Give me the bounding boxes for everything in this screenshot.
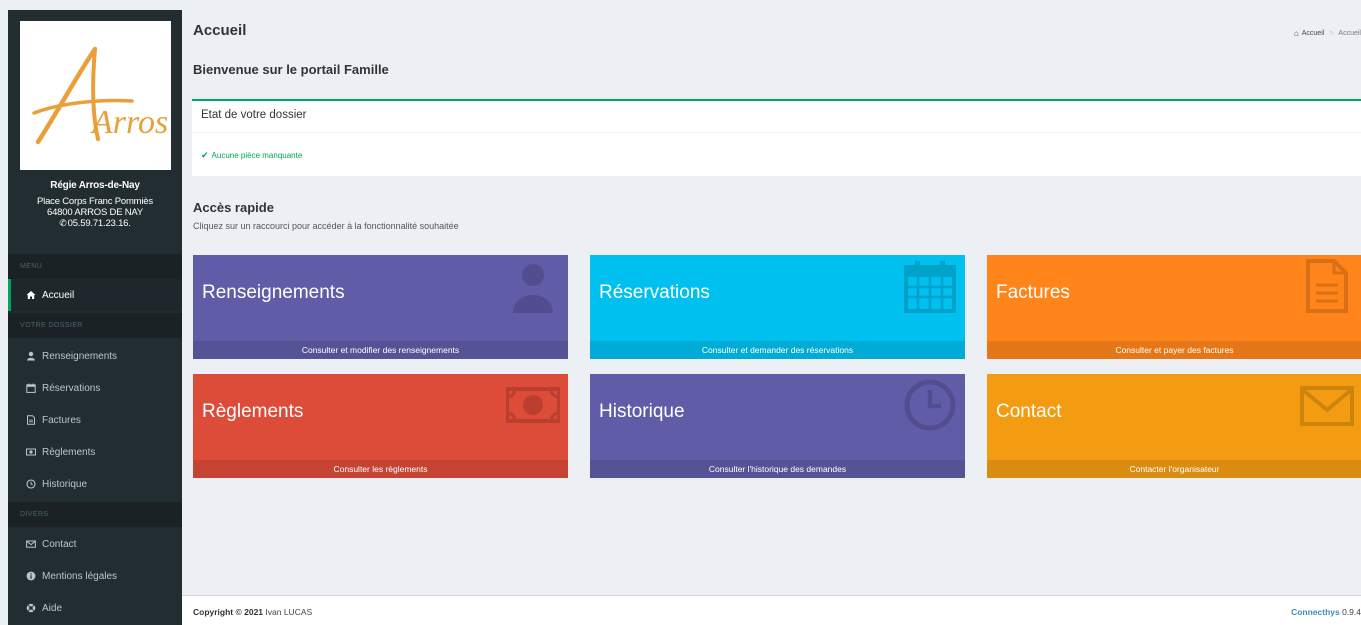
sidebar-item-aide[interactable]: Aide bbox=[8, 592, 182, 624]
tile-label: Factures bbox=[996, 282, 1070, 303]
tile-reservations[interactable]: Réservations Consulter et demander des r… bbox=[590, 255, 965, 359]
sidebar-item-contact[interactable]: Contact bbox=[8, 528, 182, 560]
tile-label: Règlements bbox=[202, 401, 304, 422]
sidebar-item-label: Aide bbox=[42, 602, 63, 614]
app-version: Connecthys 0.9.4 bbox=[1291, 607, 1361, 617]
info-circle-icon bbox=[25, 571, 36, 582]
sidebar-item-mentions-legales[interactable]: Mentions légales bbox=[8, 560, 182, 592]
page-footer: Copyright © 2021 Ivan LUCAS Connecthys 0… bbox=[182, 595, 1361, 625]
sidebar-item-label: Réservations bbox=[42, 382, 101, 394]
sidebar-item-accueil[interactable]: Accueil bbox=[8, 279, 182, 311]
arros-logo-image: Arros bbox=[20, 21, 171, 170]
file-icon bbox=[1300, 259, 1354, 313]
tile-footer: Consulter l'historique des demandes bbox=[590, 460, 965, 478]
version-number: 0.9.4 bbox=[1342, 607, 1361, 617]
brand-link[interactable]: Connecthys bbox=[1291, 607, 1340, 617]
breadcrumb-current: Accueil bbox=[1338, 30, 1361, 37]
sidebar-item-label: Mentions légales bbox=[42, 570, 118, 582]
quick-access-subtitle: Cliquez sur un raccourci pour accéder à … bbox=[193, 221, 459, 231]
phone-number: 05.59.71.23.16. bbox=[67, 218, 131, 229]
dossier-section-header: VOTRE DOSSIER bbox=[8, 313, 182, 338]
tile-footer: Consulter les règlements bbox=[193, 460, 568, 478]
copyright-author: Ivan LUCAS bbox=[265, 607, 313, 617]
organization-name: Régie Arros-de-Nay bbox=[50, 180, 140, 191]
sidebar-item-historique[interactable]: Historique bbox=[8, 468, 182, 500]
divers-section-header: DIVERS bbox=[8, 502, 182, 527]
sidebar-item-label: Factures bbox=[42, 414, 81, 426]
sidebar-item-label: Renseignements bbox=[42, 350, 118, 362]
calendar-icon bbox=[25, 383, 36, 394]
tile-renseignements[interactable]: Renseignements Consulter et modifier des… bbox=[193, 255, 568, 359]
dossier-status-text: Aucune pièce manquante bbox=[211, 151, 303, 160]
breadcrumb: ⌂ Accueil > Accueil bbox=[1294, 29, 1361, 38]
envelope-icon bbox=[1300, 378, 1354, 432]
sidebar-item-renseignements[interactable]: Renseignements bbox=[8, 340, 182, 372]
sidebar-item-factures[interactable]: Factures bbox=[8, 404, 182, 436]
address-line-1: Place Corps Franc Pommiès bbox=[37, 196, 153, 207]
tile-label: Renseignements bbox=[202, 282, 345, 303]
logo-text: Arros bbox=[90, 104, 168, 141]
box-divider bbox=[192, 132, 1361, 133]
organization-info: Régie Arros-de-Nay Place Corps Franc Pom… bbox=[8, 180, 182, 229]
copyright: Copyright © 2021 Ivan LUCAS bbox=[193, 607, 312, 617]
money-icon bbox=[506, 378, 560, 432]
money-icon bbox=[25, 447, 36, 458]
dossier-box-title: Etat de votre dossier bbox=[201, 109, 307, 121]
phone-line: ✆05.59.71.23.16. bbox=[8, 218, 182, 229]
lifebuoy-icon bbox=[25, 603, 36, 614]
home-icon bbox=[25, 290, 36, 301]
home-icon: ⌂ bbox=[1293, 29, 1299, 38]
breadcrumb-separator: > bbox=[1329, 30, 1334, 37]
organization-logo: Arros bbox=[20, 21, 171, 170]
breadcrumb-link-accueil[interactable]: Accueil bbox=[1302, 30, 1325, 37]
main-content: Accueil ⌂ Accueil > Accueil Bienvenue su… bbox=[182, 10, 1361, 625]
tile-contact[interactable]: Contact Contacter l'organisateur bbox=[987, 374, 1361, 478]
calendar-icon bbox=[903, 259, 957, 313]
envelope-icon bbox=[25, 539, 36, 550]
clock-icon bbox=[25, 479, 36, 490]
sidebar-item-label: Historique bbox=[42, 478, 88, 490]
check-icon: ✔ bbox=[201, 150, 209, 160]
sidebar-item-reglements[interactable]: Règlements bbox=[8, 436, 182, 468]
sidebar-item-label: Contact bbox=[42, 538, 77, 550]
page-title: Accueil bbox=[193, 22, 247, 39]
copyright-prefix: Copyright © 2021 bbox=[193, 607, 264, 617]
clock-icon bbox=[903, 378, 957, 432]
tile-footer: Consulter et modifier des renseignements bbox=[193, 341, 568, 359]
user-icon bbox=[25, 351, 36, 362]
user-icon bbox=[506, 259, 560, 313]
dossier-status: ✔ Aucune pièce manquante bbox=[201, 150, 302, 161]
menu-section-header: MENU bbox=[8, 254, 182, 279]
tile-label: Contact bbox=[996, 401, 1062, 422]
sidebar-item-reservations[interactable]: Réservations bbox=[8, 372, 182, 404]
tile-factures[interactable]: Factures Consulter et payer des factures bbox=[987, 255, 1361, 359]
file-icon bbox=[25, 415, 36, 426]
tile-footer: Contacter l'organisateur bbox=[987, 460, 1361, 478]
tile-reglements[interactable]: Règlements Consulter les règlements bbox=[193, 374, 568, 478]
sidebar-item-label: Règlements bbox=[42, 446, 96, 458]
sidebar-item-label: Accueil bbox=[42, 289, 75, 301]
tile-label: Réservations bbox=[599, 282, 710, 303]
sidebar: Arros Régie Arros-de-Nay Place Corps Fra… bbox=[8, 10, 182, 625]
tile-label: Historique bbox=[599, 401, 685, 422]
welcome-heading: Bienvenue sur le portail Famille bbox=[193, 62, 389, 77]
dossier-status-box: Etat de votre dossier ✔ Aucune pièce man… bbox=[192, 99, 1361, 176]
address-line-2: 64800 ARROS DE NAY bbox=[46, 207, 144, 218]
tile-footer: Consulter et demander des réservations bbox=[590, 341, 965, 359]
quick-access-title: Accès rapide bbox=[193, 200, 274, 215]
tile-historique[interactable]: Historique Consulter l'historique des de… bbox=[590, 374, 965, 478]
tile-footer: Consulter et payer des factures bbox=[987, 341, 1361, 359]
phone-icon: ✆ bbox=[59, 218, 67, 228]
